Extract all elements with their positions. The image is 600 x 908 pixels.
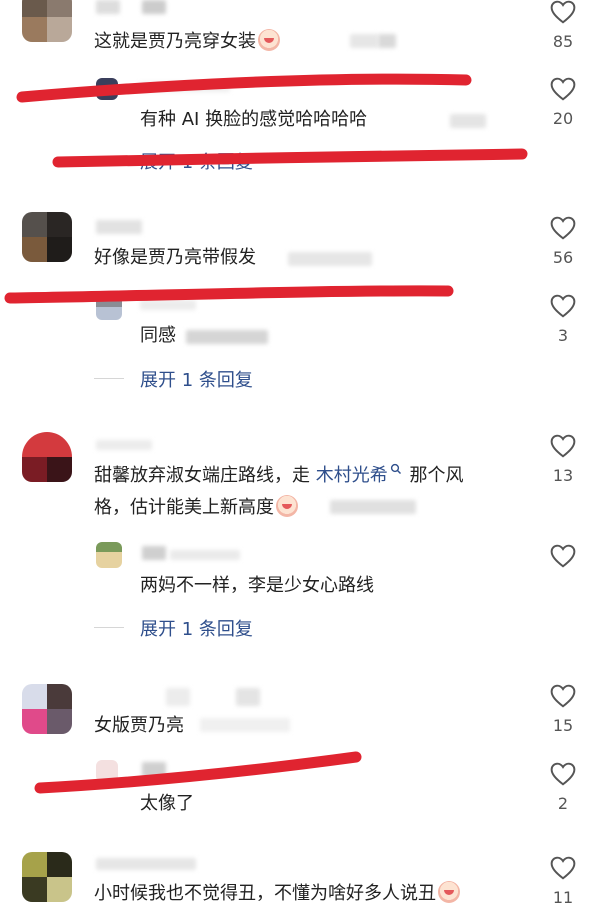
timestamp-redacted [450,114,486,128]
like-button[interactable]: 15 [543,684,583,735]
username-redacted [142,546,166,560]
timestamp-redacted [330,500,416,514]
crying-laugh-emoji-icon [258,29,280,51]
avatar[interactable] [22,432,72,482]
avatar[interactable] [22,684,72,734]
username-redacted [96,0,120,14]
username-redacted [140,300,196,310]
avatar[interactable] [22,852,72,902]
expand-replies-link[interactable]: 展开 1 条回复 [140,366,253,392]
heart-outline-icon [550,434,576,458]
red-marker-strokes [4,73,528,794]
red-marker-stroke [4,285,454,304]
heart-outline-icon [550,856,576,880]
red-marker-stroke [34,751,362,794]
like-button[interactable]: 56 [543,216,583,267]
like-count: 56 [552,248,574,267]
timestamp-redacted [350,34,378,48]
like-count: 3 [557,326,569,345]
username-redacted [140,82,230,92]
like-count: 15 [552,716,574,735]
mention-link[interactable]: 木村光希 [316,465,388,486]
avatar[interactable] [96,78,118,100]
like-button[interactable]: 20 [543,77,583,128]
comment-text: 小时候我也不觉得丑，不懂为啥好多人说丑 [94,880,462,908]
like-count: 11 [552,888,574,907]
comment-text: 这就是贾乃亮穿女装 [94,28,282,56]
heart-outline-icon [550,762,576,786]
like-count: 20 [552,109,574,128]
like-count: 85 [552,32,574,51]
comment-text: 女版贾乃亮 [94,715,184,736]
username-redacted [166,688,190,706]
like-button[interactable]: 3 [543,294,583,345]
heart-outline-icon [550,294,576,318]
search-icon[interactable] [390,463,402,475]
divider [94,160,124,161]
username-redacted [236,688,260,706]
username-redacted [96,440,152,450]
expand-replies-link[interactable]: 展开 1 条回复 [140,615,253,641]
avatar[interactable] [96,542,122,568]
comment-text: 格，估计能美上新高度 [94,494,300,522]
like-button[interactable]: 13 [543,434,583,485]
like-button[interactable]: 11 [543,856,583,907]
timestamp-redacted [200,718,290,732]
reply-text: 两妈不一样，李是少女心路线 [140,575,374,596]
heart-outline-icon [550,77,576,101]
avatar[interactable] [22,0,72,42]
crying-laugh-emoji-icon [438,881,460,903]
username-redacted [142,762,166,778]
like-button[interactable] [543,544,583,568]
comment-text: 好像是贾乃亮带假发 [94,247,256,268]
expand-replies-link[interactable]: 展开 1 条回复 [140,148,253,174]
avatar[interactable] [96,294,122,320]
timestamp-redacted [288,252,372,266]
timestamp-redacted [186,330,268,344]
like-count: 13 [552,466,574,485]
username-redacted [170,550,240,560]
divider [94,627,124,628]
crying-laugh-emoji-icon [276,495,298,517]
username-redacted [96,220,142,234]
heart-outline-icon [550,0,576,24]
username-redacted [142,0,166,14]
username-redacted [96,858,196,870]
reply-text: 有种 AI 换脸的感觉哈哈哈哈 [140,109,368,130]
like-button[interactable]: 2 [543,762,583,813]
heart-outline-icon [550,684,576,708]
like-count: 2 [557,794,569,813]
heart-outline-icon [550,544,576,568]
divider [94,378,124,379]
avatar[interactable] [22,212,72,262]
comment-text: 甜馨放弃淑女端庄路线，走 木村光希 那个风 [94,463,464,486]
reply-redacted [378,34,396,48]
red-marker-stroke [16,73,472,103]
avatar[interactable] [96,760,118,782]
heart-outline-icon [550,216,576,240]
reply-text: 太像了 [140,793,194,814]
red-marker-stroke [52,148,528,168]
like-button[interactable]: 85 [543,0,583,51]
reply-text: 同感 [140,325,176,346]
